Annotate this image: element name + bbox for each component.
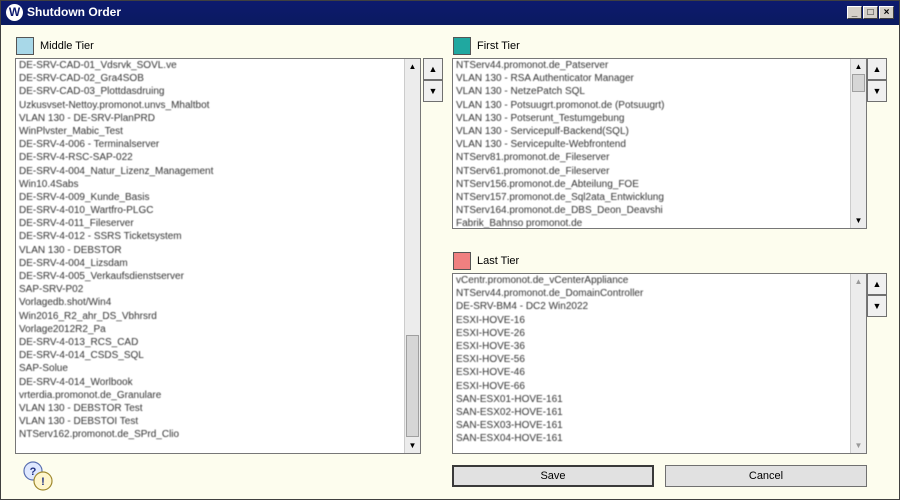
middle-tier-list-item[interactable]: VLAN 130 - DE-SRV-PlanPRD [19,112,420,125]
middle-tier-list-item[interactable]: DE-SRV-CAD-03_Plottdasdruing [19,85,420,98]
first-tier-list-item[interactable]: VLAN 130 - Potsuugrt.promonot.de (Potsuu… [456,99,866,112]
title-bar: W Shutdown Order _ □ × [1,1,899,25]
first-tier-list-item[interactable]: VLAN 130 - Potserunt_Testumgebung [456,112,866,125]
last-tier-list-item[interactable]: ESXI-HOVE-26 [456,327,866,340]
last-tier-color-swatch[interactable] [453,252,471,270]
shutdown-order-window: W Shutdown Order _ □ × Middle Tier DE-SR… [0,0,900,500]
scroll-down-arrow-icon[interactable]: ▼ [405,438,420,453]
first-tier-label: First Tier [477,40,520,52]
middle-tier-list-item[interactable]: DE-SRV-4-011_Fileserver [19,217,420,230]
middle-tier-header: Middle Tier [16,37,216,57]
middle-tier-list-item[interactable]: VLAN 130 - DEBSTOR [19,244,420,257]
help-question-icon[interactable]: ? ! [21,459,55,493]
middle-tier-list-item[interactable]: SAP-SRV-P02 [19,283,420,296]
last-tier-list-item[interactable]: SAN-ESX02-HOVE-161 [456,406,866,419]
middle-tier-list-item[interactable]: DE-SRV-CAD-02_Gra4SOB [19,72,420,85]
scroll-down-arrow-icon[interactable]: ▼ [851,213,866,228]
middle-tier-move-up-button[interactable]: ▲ [423,58,443,80]
scroll-up-arrow-icon[interactable]: ▲ [851,59,866,74]
middle-tier-list-item[interactable]: NTServ162.promonot.de_SPrd_Clio [19,428,420,441]
first-tier-list-item[interactable]: NTServ44.promonot.de_Patserver [456,59,866,72]
first-tier-list-item[interactable]: VLAN 130 - NetzePatch SQL [456,85,866,98]
last-tier-scrollbar[interactable]: ▲ ▼ [850,274,866,453]
middle-tier-list-item[interactable]: DE-SRV-4-006 - Terminalserver [19,138,420,151]
middle-tier-scrollbar[interactable]: ▲ ▼ [404,59,420,453]
middle-tier-list-item[interactable]: DE-SRV-4-013_RCS_CAD [19,336,420,349]
last-tier-move-up-button[interactable]: ▲ [867,273,887,295]
last-tier-list-item[interactable]: ESXI-HOVE-36 [456,340,866,353]
first-tier-list-item[interactable]: VLAN 130 - Servicepulf-Backend(SQL) [456,125,866,138]
first-tier-list-item[interactable]: VLAN 130 - RSA Authenticator Manager [456,72,866,85]
first-tier-list-item[interactable]: NTServ156.promonot.de_Abteilung_FOE [456,178,866,191]
middle-tier-list-item[interactable]: DE-SRV-4-005_Verkaufsdienstserver [19,270,420,283]
middle-tier-list[interactable]: DE-SRV-CAD-01_Vdsrvk_SOVL.ve DE-SRV-CAD-0… [15,58,421,454]
middle-tier-list-item[interactable]: DE-SRV-4-014_Worlbook [19,376,420,389]
middle-tier-list-item[interactable]: Vorlage2012R2_Pa [19,323,420,336]
middle-tier-list-item[interactable]: Vorlagedb.shot/Win4 [19,296,420,309]
first-tier-scrollbar[interactable]: ▲ ▼ [850,59,866,228]
middle-tier-color-swatch[interactable] [16,37,34,55]
last-tier-list-item[interactable]: ESXI-HOVE-16 [456,314,866,327]
first-tier-list-item[interactable]: NTServ61.promonot.de_Fileserver [456,165,866,178]
cancel-button[interactable]: Cancel [665,465,867,487]
middle-tier-move-down-button[interactable]: ▼ [423,80,443,102]
middle-tier-list-item[interactable]: Win10.4Sabs [19,178,420,191]
minimize-button[interactable]: _ [847,6,862,19]
last-tier-label: Last Tier [477,255,520,267]
scroll-down-arrow-icon[interactable]: ▼ [851,438,866,453]
first-tier-move-up-button[interactable]: ▲ [867,58,887,80]
middle-tier-list-item[interactable]: VLAN 130 - DEBSTOI Test [19,415,420,428]
scroll-up-arrow-icon[interactable]: ▲ [405,59,420,74]
first-tier-move-down-button[interactable]: ▼ [867,80,887,102]
last-tier-header: Last Tier [453,252,653,272]
first-tier-list-item[interactable]: NTServ81.promonot.de_Fileserver [456,151,866,164]
middle-tier-list-item[interactable]: VLAN 130 - DEBSTOR Test [19,402,420,415]
scroll-thumb[interactable] [406,335,419,437]
middle-tier-list-item[interactable]: DE-SRV-CAD-01_Vdsrvk_SOVL.ve [19,59,420,72]
last-tier-list-item[interactable]: vCentr.promonot.de_vCenterAppliance [456,274,866,287]
last-tier-list-item[interactable]: SAN-ESX01-HOVE-161 [456,393,866,406]
middle-tier-list-item[interactable]: DE-SRV-4-010_Wartfro-PLGC [19,204,420,217]
last-tier-list-item[interactable]: ESXI-HOVE-46 [456,366,866,379]
middle-tier-list-item[interactable]: DE-SRV-4-004_Natur_Lizenz_Management [19,165,420,178]
middle-tier-list-item[interactable]: DE-SRV-4-012 - SSRS Ticketsystem [19,230,420,243]
last-tier-move-down-button[interactable]: ▼ [867,295,887,317]
last-tier-list-item[interactable]: ESXI-HOVE-56 [456,353,866,366]
scroll-up-arrow-icon[interactable]: ▲ [851,274,866,289]
last-tier-list-item[interactable]: NTServ44.promonot.de_DomainController [456,287,866,300]
close-button[interactable]: × [879,6,894,19]
window-title: Shutdown Order [27,5,121,19]
first-tier-color-swatch[interactable] [453,37,471,55]
first-tier-header: First Tier [453,37,653,57]
first-tier-list-item[interactable]: NTServ164.promonot.de_DBS_Deon_Deavshi [456,204,866,217]
middle-tier-list-item[interactable]: vrterdia.promonot.de_Granulare [19,389,420,402]
middle-tier-list-item[interactable]: DE-SRV-4-014_CSDS_SQL [19,349,420,362]
last-tier-list-item[interactable]: SAN-ESX04-HOVE-161 [456,432,866,445]
middle-tier-list-item[interactable]: Win2016_R2_ahr_DS_Vbhrsrd [19,310,420,323]
middle-tier-list-item[interactable]: WinPlvster_Mabic_Test [19,125,420,138]
middle-tier-list-item[interactable]: SAP-Solue [19,362,420,375]
save-button[interactable]: Save [452,465,654,487]
first-tier-list-item[interactable]: Fabrik_Bahnso promonot.de [456,217,866,228]
app-logo-icon: W [6,4,23,21]
svg-text:!: ! [41,476,45,488]
middle-tier-list-item[interactable]: DE-SRV-4-009_Kunde_Basis [19,191,420,204]
middle-tier-list-item[interactable]: DE-SRV-4-004_Lizsdam [19,257,420,270]
first-tier-list-item[interactable]: VLAN 130 - Servicepulte-Webfrontend [456,138,866,151]
first-tier-list-item[interactable]: NTServ157.promonot.de_Sql2ata_Entwicklun… [456,191,866,204]
middle-tier-list-item[interactable]: DE-SRV-4-RSC-SAP-022 [19,151,420,164]
last-tier-list-item[interactable]: DE-SRV-BM4 - DC2 Win2022 [456,300,866,313]
maximize-button[interactable]: □ [863,6,878,19]
scroll-thumb[interactable] [852,74,865,92]
first-tier-list[interactable]: NTServ44.promonot.de_Patserver VLAN 130 -… [452,58,867,229]
last-tier-list-item[interactable]: ESXI-HOVE-66 [456,380,866,393]
middle-tier-list-item[interactable]: Uzkusvset-Nettoy.promonot.unvs_Mhaltbot [19,99,420,112]
middle-tier-label: Middle Tier [40,40,94,52]
last-tier-list[interactable]: vCentr.promonot.de_vCenterAppliance NTSer… [452,273,867,454]
last-tier-list-item[interactable]: SAN-ESX03-HOVE-161 [456,419,866,432]
